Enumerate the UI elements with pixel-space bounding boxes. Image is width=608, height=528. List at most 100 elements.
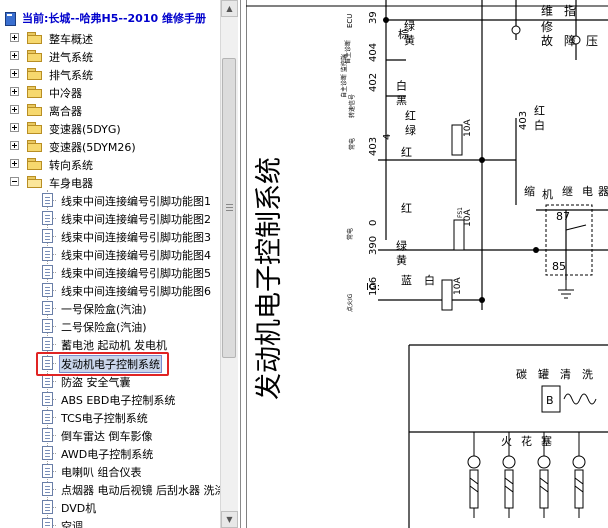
folder-icon — [27, 104, 43, 116]
tree-doc-item[interactable]: 二号保险盒(汽油) — [0, 317, 218, 335]
manual-book-icon — [3, 11, 17, 26]
svg-text:维: 维 — [541, 4, 553, 18]
document-icon — [42, 428, 53, 442]
svg-text:器: 器 — [598, 185, 608, 198]
expand-plus-icon[interactable] — [10, 105, 19, 114]
doc-label: 防盗 安全气囊 — [61, 376, 131, 389]
folder-label: 进气系统 — [49, 51, 93, 64]
tree-doc-item[interactable]: 一号保险盒(汽油) — [0, 299, 218, 317]
tree-vertical-scrollbar[interactable]: ▲ ▼ — [220, 0, 238, 528]
tree-doc-item[interactable]: 空调 — [0, 516, 218, 528]
expand-plus-icon[interactable] — [10, 51, 19, 60]
folder-label: 转向系统 — [49, 159, 93, 172]
tree-root-label: 当前:长城--哈弗H5--2010 维修手册 — [22, 12, 206, 25]
diagram-title: 发动机电子控制系统 — [254, 157, 285, 400]
expand-plus-icon[interactable] — [10, 33, 19, 42]
wire-color-white: 白 — [424, 273, 435, 287]
folder-label: 中冷器 — [49, 87, 82, 100]
tree-doc-item[interactable]: 线束中间连接编号引脚功能图2 — [0, 209, 218, 227]
tree-doc-item[interactable]: 线束中间连接编号引脚功能图6 — [0, 281, 218, 299]
doc-label: 二号保险盒(汽油) — [61, 321, 147, 334]
folder-icon — [27, 50, 43, 62]
document-icon — [42, 211, 53, 225]
document-icon — [42, 374, 53, 388]
tree-doc-item[interactable]: 蓄电池 起动机 发电机 — [0, 335, 218, 353]
doc-label: 线束中间连接编号引脚功能图6 — [61, 285, 211, 298]
document-icon — [42, 193, 53, 207]
tree-doc-item[interactable]: 线束中间连接编号引脚功能图4 — [0, 245, 218, 263]
expand-plus-icon[interactable] — [10, 87, 19, 96]
doc-label: 线束中间连接编号引脚功能图4 — [61, 249, 211, 262]
wire-number-404: 404 — [368, 43, 379, 62]
wire-color-green-yellow-b: 绿 黄 — [395, 239, 408, 266]
tree-doc-item[interactable]: AWD电子控制系统 — [0, 444, 218, 462]
wire-number-402: 402 — [368, 73, 379, 92]
tree-folder-clutch[interactable]: 离合器 — [6, 101, 218, 119]
document-icon — [42, 446, 53, 460]
wiring-diagram-svg: 发动机电子控制系统 10A 10A FS1 10A 39 404 402 403… — [246, 0, 608, 528]
tree-folder-intake[interactable]: 进气系统 — [6, 47, 218, 65]
ground-symbol — [558, 280, 574, 299]
document-icon — [42, 410, 53, 424]
svg-text:罐: 罐 — [538, 368, 549, 381]
svg-text:碳: 碳 — [516, 367, 527, 381]
scrollbar-thumb[interactable] — [222, 58, 236, 358]
tree-folder-overview[interactable]: 整车概述 — [6, 29, 218, 47]
tree-doc-item[interactable]: 线束中间连接编号引脚功能图3 — [0, 227, 218, 245]
wire-color-brown: 棕 — [398, 27, 409, 41]
svg-text:指: 指 — [564, 3, 576, 18]
document-icon — [42, 301, 53, 315]
folder-icon — [27, 140, 43, 152]
tree-folder-exhaust[interactable]: 排气系统 — [6, 65, 218, 83]
document-icon — [42, 229, 53, 243]
svg-text:修: 修 — [541, 19, 553, 34]
tree-root-title[interactable]: 当前:长城--哈弗H5--2010 维修手册 — [3, 9, 206, 27]
tree-folder-body-electrical[interactable]: 车身电器 — [6, 173, 218, 191]
doc-label: 线束中间连接编号引脚功能图5 — [61, 267, 211, 280]
wire-number-403: 403 — [368, 137, 379, 156]
scroll-up-arrow-icon[interactable]: ▲ — [221, 0, 238, 17]
spark-plug-4 — [572, 432, 586, 518]
tree-doc-item[interactable]: TCS电子控制系统 — [0, 408, 218, 426]
collapse-minus-icon[interactable] — [10, 177, 19, 186]
compressor-relay: 87 85 — [545, 204, 593, 276]
expand-plus-icon[interactable] — [10, 159, 19, 168]
doc-label: 点烟器 电动后视镜 后刮水器 洗涤 — [61, 484, 226, 497]
wire-color-red-b: 红 — [401, 202, 412, 215]
tree-doc-item[interactable]: 线束中间连接编号引脚功能图1 — [0, 191, 218, 209]
wire-number-4: 4 — [382, 134, 393, 140]
svg-text:继: 继 — [562, 185, 573, 198]
tree-doc-item[interactable]: 线束中间连接编号引脚功能图5 — [0, 263, 218, 281]
doc-label: 线束中间连接编号引脚功能图1 — [61, 195, 211, 208]
tree-folder-intercooler[interactable]: 中冷器 — [6, 83, 218, 101]
folder-label: 车身电器 — [49, 177, 93, 190]
document-icon — [42, 464, 53, 478]
expand-plus-icon[interactable] — [10, 123, 19, 132]
tree-folder-transmission-5dym26[interactable]: 变速器(5DYM26) — [6, 137, 218, 155]
label-diagnosis-monitor: 自主诊断 监控端 — [340, 54, 348, 98]
expand-plus-icon[interactable] — [10, 69, 19, 78]
svg-text:机: 机 — [542, 187, 553, 201]
svg-text:火: 火 — [501, 435, 512, 448]
doc-label: 空调 — [61, 520, 83, 528]
svg-text:花: 花 — [521, 435, 532, 448]
wire-color-blue: 蓝 — [401, 274, 412, 287]
document-icon — [42, 265, 53, 279]
tree-doc-item[interactable]: 点烟器 电动后视镜 后刮水器 洗涤 — [0, 480, 226, 498]
tree-folder-steering[interactable]: 转向系统 — [6, 155, 218, 173]
scroll-down-arrow-icon[interactable]: ▼ — [221, 511, 238, 528]
doc-label: 电喇叭 组合仪表 — [61, 466, 142, 479]
wire-number-0: 0 — [368, 220, 379, 226]
expand-plus-icon[interactable] — [10, 141, 19, 150]
tree-doc-item[interactable]: 倒车雷达 倒车影像 — [0, 426, 218, 444]
tree-doc-item[interactable]: ABS EBD电子控制系统 — [0, 390, 218, 408]
tree-folder-transmission-5dyg[interactable]: 变速器(5DYG) — [6, 119, 218, 137]
svg-text:洗: 洗 — [582, 368, 593, 381]
navigation-tree: 当前:长城--哈弗H5--2010 维修手册 整车概述 进气系统 排气系统 中冷… — [0, 0, 241, 528]
spark-plug-1 — [467, 432, 481, 518]
tree-doc-item[interactable]: DVD机 — [0, 498, 218, 516]
wiring-diagram-viewer[interactable]: 发动机电子控制系统 10A 10A FS1 10A 39 404 402 403… — [246, 0, 608, 528]
folder-label: 变速器(5DYM26) — [49, 141, 136, 154]
tree-doc-item[interactable]: 电喇叭 组合仪表 — [0, 462, 218, 480]
svg-text:故: 故 — [541, 33, 553, 48]
